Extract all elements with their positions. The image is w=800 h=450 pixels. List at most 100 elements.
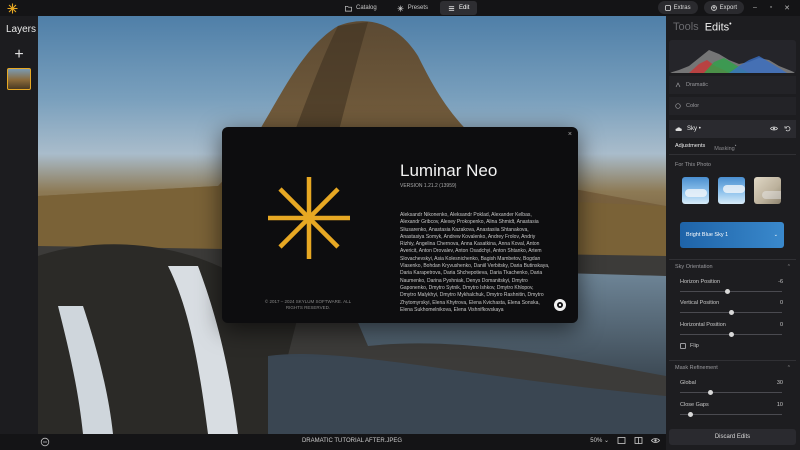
tab-edits[interactable]: Edits• — [705, 21, 732, 34]
divider — [669, 360, 796, 361]
vertical-position-value[interactable]: 0 — [780, 300, 783, 306]
tool-color[interactable]: Color — [669, 97, 796, 115]
sky-subtabs: Adjustments Masking• — [675, 143, 736, 152]
version-text: VERSION 1.21.2 (13959) — [400, 183, 457, 189]
slider-knob[interactable] — [728, 310, 734, 315]
close-dialog-button[interactable]: × — [568, 131, 572, 138]
horizon-position-label: Horizon Position — [680, 279, 721, 285]
slider-knob[interactable] — [728, 332, 734, 337]
eye-icon[interactable] — [651, 436, 660, 445]
zoom-level[interactable]: 50% ⌄ — [590, 437, 609, 444]
zoom-chevron-icon: ⌄ — [603, 438, 609, 444]
subtab-masking-label: Masking — [714, 145, 735, 152]
luminar-app: Catalog Presets Edit Extras Export – ▫ ✕ — [0, 0, 800, 450]
horizon-position-slider[interactable] — [680, 289, 782, 294]
checkbox-box[interactable] — [680, 343, 686, 349]
masking-dot: • — [734, 143, 737, 148]
zoom-value: 50% — [590, 438, 603, 444]
visibility-eye-icon[interactable] — [770, 125, 778, 132]
sky-title: Sky • — [687, 126, 701, 132]
share-icon — [710, 4, 717, 11]
extras-label: Extras — [673, 4, 691, 11]
global-value[interactable]: 30 — [777, 380, 783, 386]
sky-dot: • — [698, 126, 701, 132]
slider-knob[interactable] — [708, 390, 714, 395]
edits-dot: • — [729, 21, 732, 28]
bottom-bar: DRAMATIC TUTORIAL AFTER.JPEG 50% ⌄ — [38, 434, 666, 450]
tab-presets-label: Presets — [407, 5, 429, 11]
subtab-adjustments[interactable]: Adjustments — [675, 143, 705, 152]
for-this-photo-label: For This Photo — [675, 162, 711, 168]
tab-tools[interactable]: Tools — [673, 21, 699, 34]
tab-presets[interactable]: Presets — [389, 1, 436, 15]
vertical-position-slider[interactable] — [680, 310, 782, 315]
tab-catalog[interactable]: Catalog — [337, 1, 385, 15]
extras-button[interactable]: Extras — [657, 1, 698, 14]
tab-edit-label: Edit — [459, 5, 470, 11]
tab-edits-label: Edits — [704, 21, 730, 34]
export-label: Export — [719, 4, 737, 11]
sky-suggestion-1[interactable] — [682, 177, 709, 204]
copyright-text: © 2017 – 2024 SKYLUM SOFTWARE. ALL RIGHT… — [264, 299, 352, 310]
credits-text[interactable]: Aleksandr Nikonenko, Aleksandr Poklad, A… — [400, 212, 550, 318]
sky-tool-header[interactable]: Sky • — [669, 120, 796, 138]
file-name: DRAMATIC TUTORIAL AFTER.JPEG — [301, 438, 403, 444]
horizontal-position-label: Horizontal Position — [680, 322, 726, 328]
chevron-down-icon: ⌄ — [773, 232, 778, 238]
global-slider[interactable] — [680, 390, 782, 395]
image-view-icon[interactable] — [617, 436, 626, 445]
layer-thumbnail[interactable] — [7, 68, 31, 90]
top-bar: Catalog Presets Edit Extras Export – ▫ ✕ — [0, 0, 800, 16]
photo-canvas[interactable]: × © 2017 – 2024 SKYLUM SOFTWARE. ALL RIG… — [38, 16, 666, 434]
aperture-badge-icon[interactable] — [554, 299, 566, 311]
vertical-position-label: Vertical Position — [680, 300, 720, 306]
close-window-icon[interactable]: ✕ — [782, 4, 792, 12]
selected-sky-name: Bright Blue Sky 1 — [686, 232, 729, 238]
discard-edits-button[interactable]: Discard Edits — [669, 429, 796, 445]
chevron-up-icon[interactable]: ⌃ — [787, 264, 791, 270]
sky-title-label: Sky — [687, 126, 698, 132]
dramatic-icon — [675, 82, 681, 88]
tool-color-label: Color — [686, 103, 700, 109]
puzzle-icon — [664, 4, 671, 11]
sky-header-icons — [770, 125, 791, 132]
tool-dramatic-label: Dramatic — [686, 82, 709, 88]
sliders-icon — [448, 5, 455, 11]
horizontal-position-slider[interactable] — [680, 332, 782, 337]
sky-suggestion-3[interactable] — [754, 177, 781, 204]
luminar-sun-logo-icon — [268, 177, 350, 259]
maximize-icon[interactable]: ▫ — [766, 4, 776, 11]
sparkle-icon — [397, 4, 404, 12]
mask-refinement-title[interactable]: Mask Refinement — [675, 365, 718, 371]
subtab-masking[interactable]: Masking• — [714, 143, 736, 152]
flip-label: Flip — [690, 343, 699, 349]
sky-orientation-title[interactable]: Sky Orientation — [675, 264, 713, 270]
view-controls: 50% ⌄ — [590, 436, 660, 445]
tool-dramatic[interactable]: Dramatic — [669, 76, 796, 94]
divider — [669, 259, 796, 260]
slider-knob[interactable] — [725, 289, 731, 294]
add-layer-button[interactable]: + — [8, 44, 30, 66]
edit-panel: Tools Edits• Dramatic Color Sky • Adjust… — [666, 16, 800, 450]
close-gaps-value[interactable]: 10 — [777, 402, 783, 408]
tab-edit[interactable]: Edit — [440, 1, 478, 15]
divider — [669, 154, 796, 155]
chevron-up-icon[interactable]: ⌃ — [787, 365, 791, 371]
luminar-logo-icon[interactable] — [6, 2, 18, 14]
export-button[interactable]: Export — [703, 1, 744, 14]
reset-undo-icon[interactable] — [784, 125, 791, 132]
histogram — [669, 40, 796, 73]
horizon-position-value[interactable]: -6 — [778, 279, 783, 285]
flip-checkbox[interactable]: Flip — [680, 343, 699, 349]
sky-suggestion-2[interactable] — [718, 177, 745, 204]
minimize-icon[interactable]: – — [750, 4, 760, 11]
close-gaps-label: Close Gaps — [680, 402, 709, 408]
compare-icon[interactable] — [634, 436, 643, 445]
layers-panel: Layers + — [0, 16, 38, 434]
slider-knob[interactable] — [687, 412, 693, 417]
global-label: Global — [680, 380, 696, 386]
bottom-bar-corner — [0, 434, 38, 450]
close-gaps-slider[interactable] — [680, 412, 782, 417]
sky-selection-dropdown[interactable]: Bright Blue Sky 1 ⌄ — [680, 222, 784, 248]
horizontal-position-value[interactable]: 0 — [780, 322, 783, 328]
